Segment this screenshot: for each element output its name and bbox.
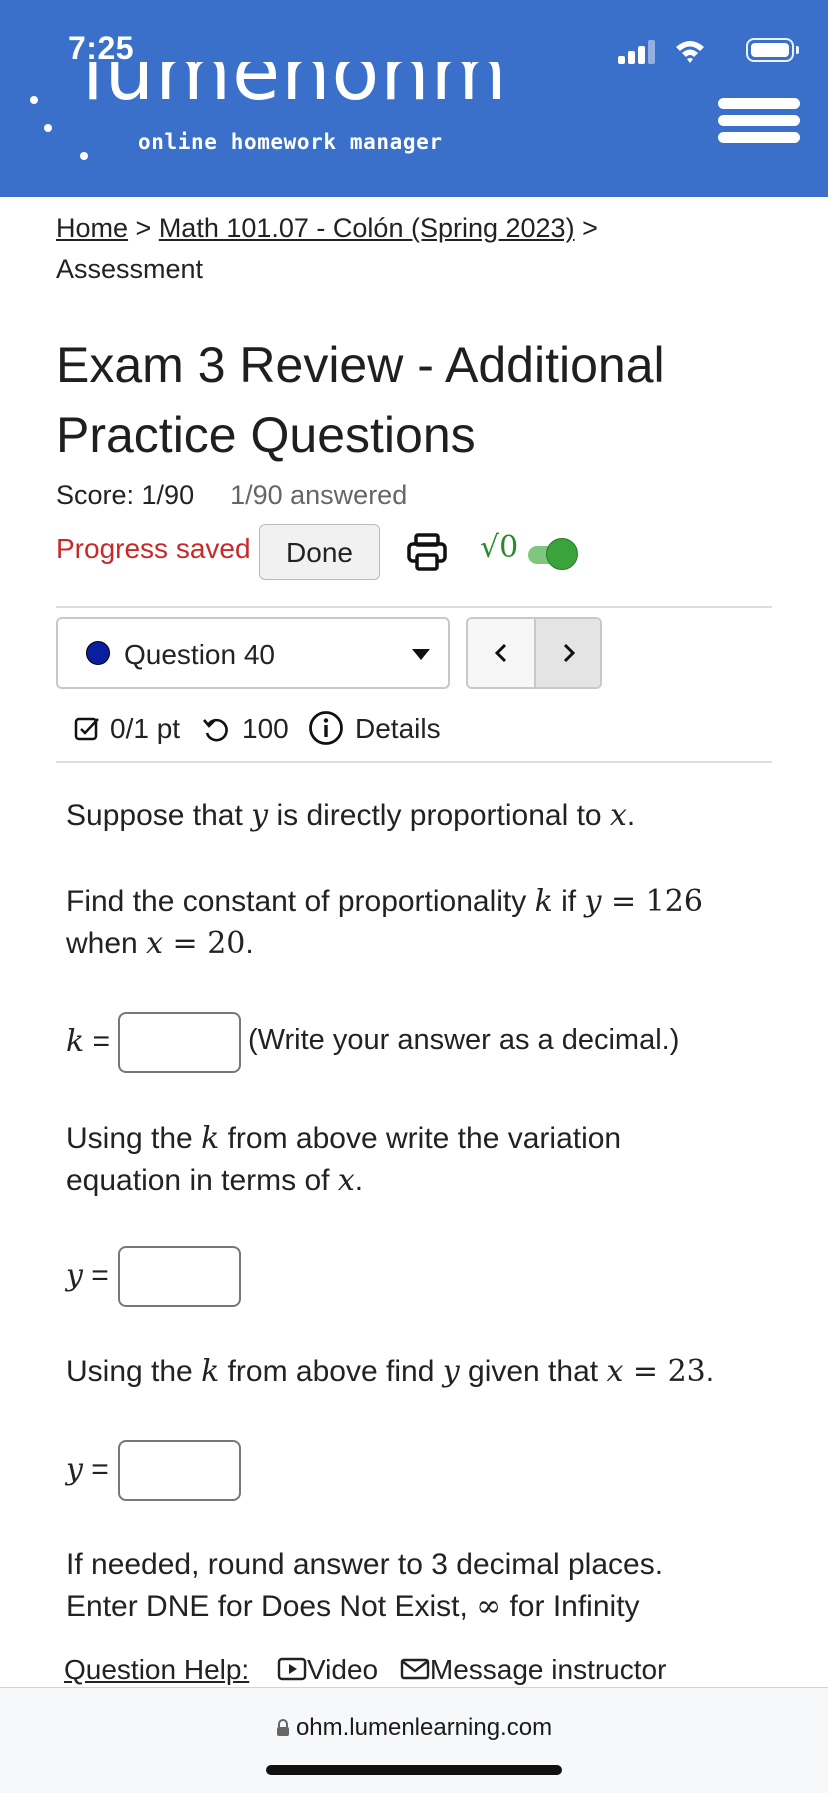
rounding-note: If needed, round answer to 3 decimal pla… [66, 1548, 664, 1624]
battery-icon [746, 38, 799, 62]
question-select-label: Question 40 [124, 639, 275, 670]
lock-icon [276, 1719, 289, 1736]
breadcrumb: Home > Math 101.07 - Colón (Spring 2023)… [56, 208, 776, 290]
score-text: Score: 1/90 [56, 480, 195, 510]
question-part3: Using the k from above find y given that… [66, 1354, 715, 1389]
message-instructor-link[interactable]: Message instructor [400, 1654, 666, 1685]
checkbox-check-icon [74, 717, 99, 741]
caret-down-icon [412, 649, 430, 660]
breadcrumb-separator: > [128, 213, 159, 243]
question-help-label: Question Help: [64, 1654, 250, 1685]
wifi-icon [676, 41, 704, 63]
question-part2: Using the k from above write the variati… [66, 1121, 622, 1198]
lumen-logo[interactable]: lumenohm [82, 62, 508, 114]
y-equation-input[interactable] [118, 1246, 241, 1307]
infinity-symbol: ∞ [476, 1589, 502, 1624]
breadcrumb-current: Assessment [56, 254, 204, 284]
question-help: Question Help: Video Message instructor [64, 1654, 666, 1686]
k-answer-label: k = [66, 1024, 111, 1059]
previous-question-button[interactable] [468, 619, 536, 687]
signal-icon [618, 40, 658, 64]
url-display[interactable]: ohm.lumenlearning.com [0, 1714, 828, 1742]
mail-icon [400, 1658, 430, 1680]
k-answer-input[interactable] [118, 1012, 241, 1073]
next-question-button[interactable] [536, 619, 600, 687]
divider [56, 606, 772, 608]
breadcrumb-home-link[interactable]: Home [56, 213, 128, 243]
y-value-input[interactable] [118, 1440, 241, 1501]
answered-count: 1/90 answered [230, 480, 408, 510]
logo-tagline: online homework manager [138, 130, 443, 154]
app-header: 7:25 lumenohm online homework manager [0, 0, 828, 197]
y-equation-label: y = [66, 1258, 109, 1293]
info-icon[interactable] [308, 710, 344, 746]
done-button[interactable]: Done [259, 524, 380, 580]
question-intro: Suppose that y is directly proportional … [66, 798, 636, 833]
tries-count: 100 [242, 713, 289, 744]
question-select[interactable]: Question 40 [56, 617, 450, 689]
breadcrumb-separator: > [574, 213, 598, 243]
progress-saved-status: Progress saved [56, 533, 251, 564]
url-text: ohm.lumenlearning.com [295, 1714, 553, 1741]
retry-icon [203, 718, 228, 742]
print-icon[interactable] [406, 532, 448, 572]
details-link[interactable]: Details [355, 708, 441, 750]
answer-format-hint: (Write your answer as a decimal.) [248, 1024, 680, 1056]
question-nav-buttons [466, 617, 602, 689]
breadcrumb-course-link[interactable]: Math 101.07 - Colón (Spring 2023) [159, 213, 575, 243]
math-entry-toggle-label: √0 [480, 530, 519, 565]
divider [56, 761, 772, 763]
y-value-label: y = [66, 1452, 109, 1487]
score-row: Score: 1/90 1/90 answered [56, 480, 407, 511]
math-entry-toggle[interactable] [528, 538, 578, 570]
video-link[interactable]: Video [277, 1654, 386, 1685]
chevron-right-icon [563, 643, 576, 663]
chevron-left-icon [494, 643, 507, 663]
video-icon [277, 1657, 307, 1681]
browser-address-bar[interactable]: ohm.lumenlearning.com [0, 1687, 828, 1793]
points-text: 0/1 pt [110, 713, 181, 744]
hamburger-menu-icon[interactable] [718, 98, 800, 144]
page-title: Exam 3 Review - Additional Practice Ques… [56, 337, 665, 463]
home-indicator[interactable] [266, 1765, 562, 1775]
question-status-dot-icon [86, 641, 110, 665]
question-find-k: Find the constant of proportionality k i… [66, 884, 703, 961]
